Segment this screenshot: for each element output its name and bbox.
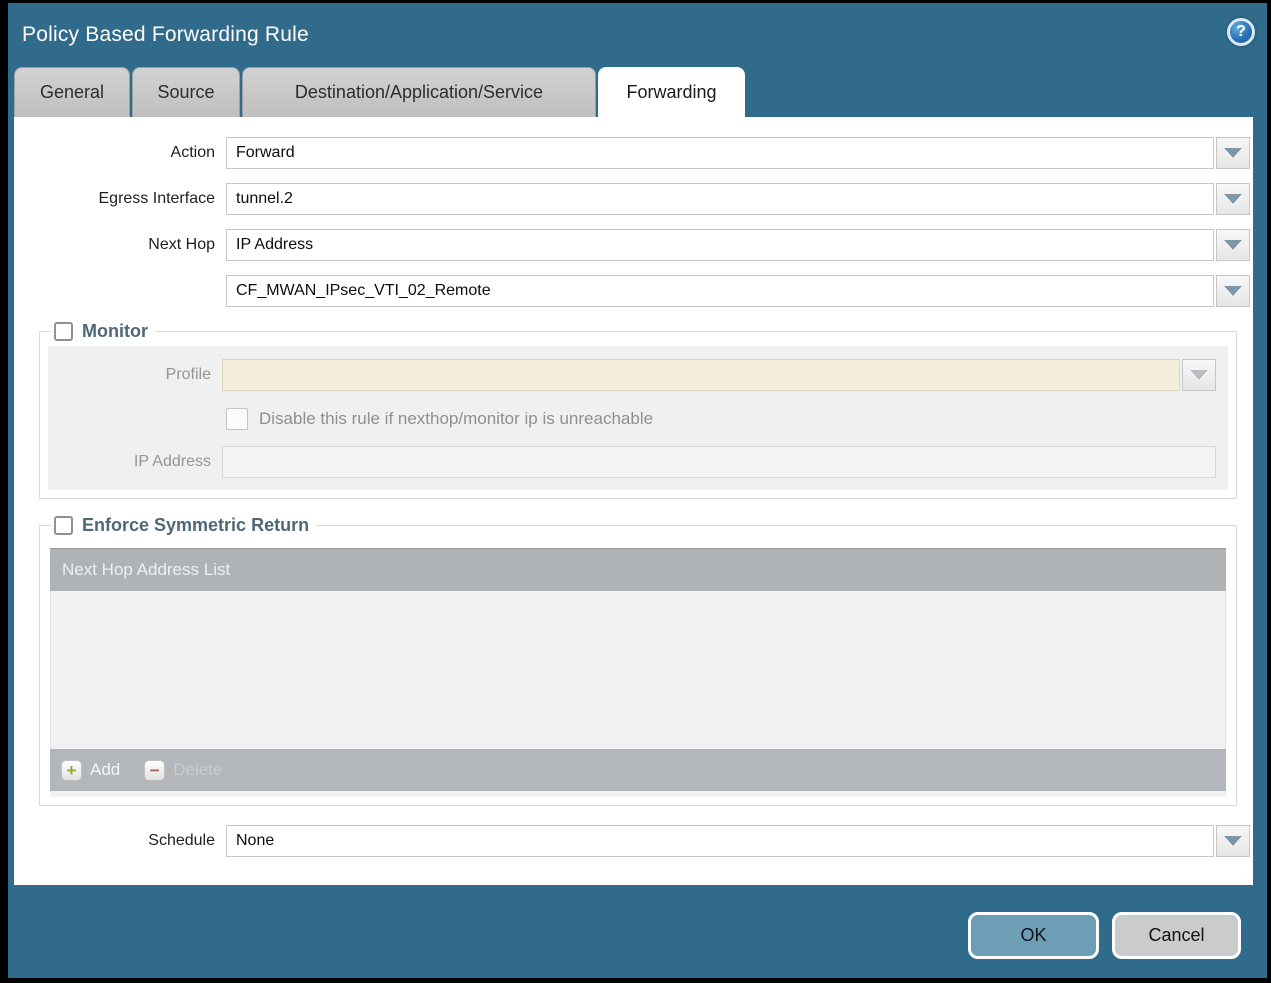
monitor-panel: Profile Disable this rule if nexthop/mon…	[48, 346, 1228, 490]
egress-interface-row: Egress Interface tunnel.2	[14, 183, 1250, 215]
add-button-label: Add	[90, 760, 120, 780]
tab-label: General	[40, 82, 104, 103]
monitor-ip-address-row: IP Address	[48, 446, 1216, 478]
plus-icon: +	[61, 760, 82, 781]
egress-interface-input[interactable]: tunnel.2	[226, 183, 1214, 215]
schedule-input[interactable]: None	[226, 825, 1214, 857]
next-hop-type-input[interactable]: IP Address	[226, 229, 1214, 261]
next-hop-address-dropdown-button[interactable]	[1216, 275, 1250, 307]
schedule-label: Schedule	[14, 832, 226, 850]
minus-icon: −	[144, 760, 165, 781]
table-header: Next Hop Address List	[50, 548, 1226, 591]
chevron-down-icon	[1224, 286, 1242, 296]
tab-bar: General Source Destination/Application/S…	[8, 67, 1267, 117]
next-hop-address-row: CF_MWAN_IPsec_VTI_02_Remote	[14, 275, 1250, 307]
tab-label: Source	[157, 82, 214, 103]
egress-interface-combo: tunnel.2	[226, 183, 1250, 215]
chevron-down-icon	[1224, 194, 1242, 204]
schedule-row: Schedule None	[14, 825, 1250, 857]
action-input[interactable]: Forward	[226, 137, 1214, 169]
monitor-checkbox[interactable]	[54, 322, 73, 341]
cancel-button[interactable]: Cancel	[1112, 912, 1241, 959]
next-hop-address-list-table: Next Hop Address List + Add − Delete	[50, 548, 1226, 791]
policy-based-forwarding-dialog: Policy Based Forwarding Rule ? General S…	[8, 3, 1267, 978]
add-button[interactable]: + Add	[61, 760, 120, 781]
delete-button[interactable]: − Delete	[144, 760, 222, 781]
next-hop-address-input[interactable]: CF_MWAN_IPsec_VTI_02_Remote	[226, 275, 1214, 307]
tab-general[interactable]: General	[14, 67, 130, 117]
monitor-group-label: Monitor	[82, 321, 148, 342]
monitor-group: Monitor Profile Disable this rule if nex…	[39, 321, 1237, 499]
action-row: Action Forward	[14, 137, 1250, 169]
action-label: Action	[14, 144, 226, 162]
dialog-footer: OK Cancel	[8, 885, 1267, 978]
monitor-ip-address-label: IP Address	[48, 453, 222, 471]
chevron-down-icon	[1190, 370, 1208, 380]
monitor-legend: Monitor	[51, 321, 155, 342]
next-hop-type-combo: IP Address	[226, 229, 1250, 261]
profile-label: Profile	[48, 366, 222, 384]
next-hop-row: Next Hop IP Address	[14, 229, 1250, 261]
action-dropdown-button[interactable]	[1216, 137, 1250, 169]
schedule-combo: None	[226, 825, 1250, 857]
disable-rule-label: Disable this rule if nexthop/monitor ip …	[259, 409, 653, 429]
next-hop-type-dropdown-button[interactable]	[1216, 229, 1250, 261]
next-hop-address-combo: CF_MWAN_IPsec_VTI_02_Remote	[226, 275, 1250, 307]
disable-rule-checkbox[interactable]	[226, 408, 248, 430]
schedule-dropdown-button[interactable]	[1216, 825, 1250, 857]
delete-button-label: Delete	[173, 760, 222, 780]
table-toolbar: + Add − Delete	[50, 749, 1226, 791]
action-combo: Forward	[226, 137, 1250, 169]
profile-row: Profile	[48, 359, 1216, 391]
titlebar: Policy Based Forwarding Rule ?	[8, 3, 1267, 67]
tab-label: Forwarding	[626, 82, 716, 103]
chevron-down-icon	[1224, 240, 1242, 250]
enforce-symmetric-return-legend: Enforce Symmetric Return	[51, 515, 316, 536]
tab-label: Destination/Application/Service	[295, 82, 543, 103]
profile-dropdown-button[interactable]	[1182, 359, 1216, 391]
egress-interface-label: Egress Interface	[14, 190, 226, 208]
tab-forwarding[interactable]: Forwarding	[598, 67, 745, 117]
enforce-symmetric-return-group: Enforce Symmetric Return Next Hop Addres…	[39, 515, 1237, 806]
table-bottom-strip	[50, 791, 1226, 797]
profile-combo	[222, 359, 1216, 391]
forwarding-tab-content: Action Forward Egress Interface tunnel.2…	[14, 117, 1253, 885]
dialog-title: Policy Based Forwarding Rule	[8, 23, 309, 47]
next-hop-label: Next Hop	[14, 236, 226, 254]
chevron-down-icon	[1224, 836, 1242, 846]
chevron-down-icon	[1224, 148, 1242, 158]
egress-interface-dropdown-button[interactable]	[1216, 183, 1250, 215]
disable-rule-row: Disable this rule if nexthop/monitor ip …	[226, 408, 1216, 430]
tab-source[interactable]: Source	[132, 67, 240, 117]
enforce-symmetric-return-label: Enforce Symmetric Return	[82, 515, 309, 536]
enforce-symmetric-return-checkbox[interactable]	[54, 516, 73, 535]
help-icon[interactable]: ?	[1227, 18, 1255, 46]
tab-destination-application-service[interactable]: Destination/Application/Service	[242, 67, 596, 117]
profile-input[interactable]	[222, 359, 1180, 391]
monitor-ip-address-input[interactable]	[222, 446, 1216, 478]
next-hop-address-list-column-header: Next Hop Address List	[62, 560, 230, 580]
table-body-empty	[50, 591, 1226, 749]
ok-button[interactable]: OK	[968, 912, 1099, 959]
